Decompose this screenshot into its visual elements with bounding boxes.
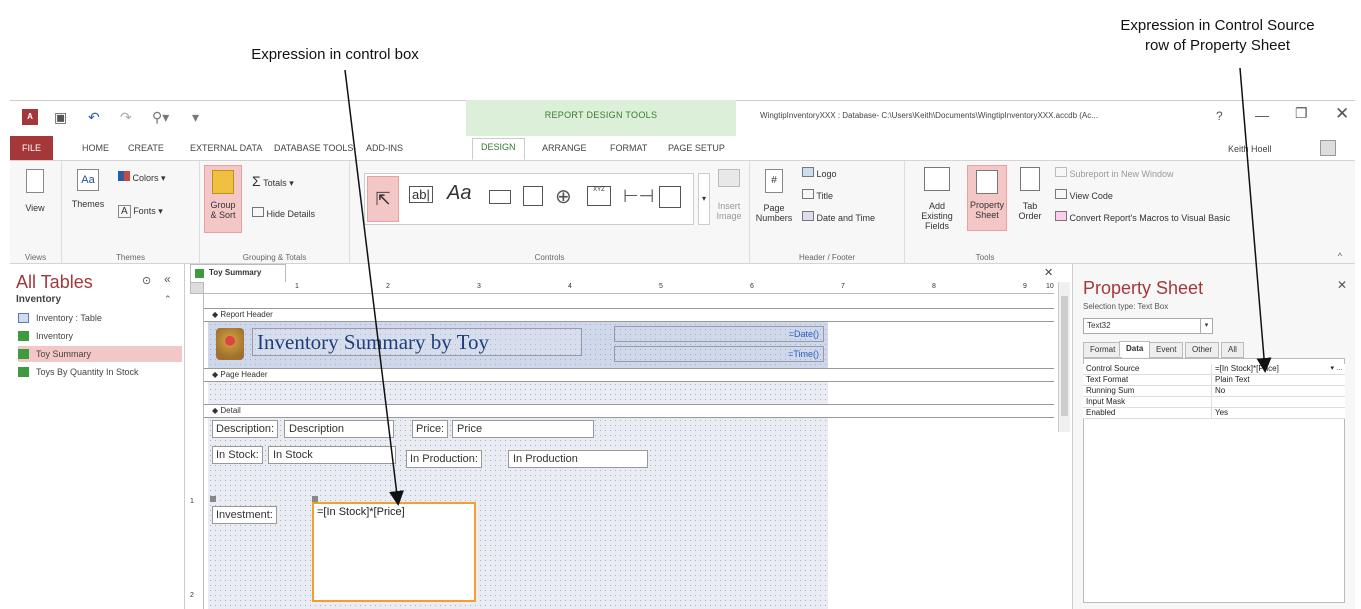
arrow-to-control-box: [344, 69, 404, 506]
callout-arrows: [344, 67, 1272, 506]
arrow-to-control-source: [1239, 67, 1272, 373]
